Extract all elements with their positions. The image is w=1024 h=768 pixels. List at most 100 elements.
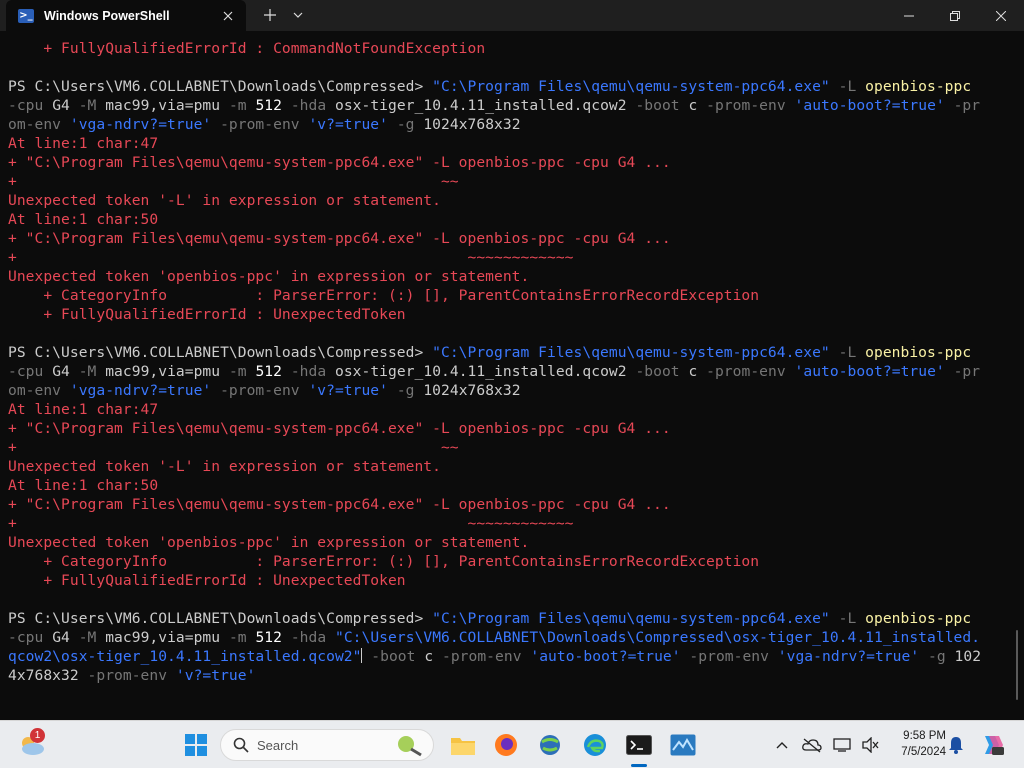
terminal-text: -prom-env bbox=[211, 116, 309, 133]
terminal-text: -M bbox=[78, 97, 106, 114]
terminal-line: + "C:\Program Files\qemu\qemu-system-ppc… bbox=[8, 419, 1008, 438]
terminal-text: + "C:\Program Files\qemu\qemu-system-ppc… bbox=[8, 496, 671, 513]
terminal-line: PS C:\Users\VM6.COLLABNET\Downloads\Comp… bbox=[8, 343, 1008, 362]
terminal-line: + FullyQualifiedErrorId : UnexpectedToke… bbox=[8, 571, 1008, 590]
copilot-icon bbox=[985, 736, 1004, 755]
terminal-text: -pr bbox=[944, 97, 981, 114]
app-button[interactable] bbox=[667, 729, 699, 761]
search-label: Search bbox=[257, 737, 299, 753]
terminal-text: G4 bbox=[52, 629, 79, 646]
terminal-line: + CategoryInfo : ParserError: (:) [], Pa… bbox=[8, 286, 1008, 305]
terminal-text: 102 bbox=[954, 648, 982, 665]
cloud-sync-icon bbox=[802, 738, 822, 753]
tab-close-button[interactable] bbox=[218, 6, 238, 26]
terminal-text: At line:1 char:47 bbox=[8, 135, 159, 152]
terminal-line: PS C:\Users\VM6.COLLABNET\Downloads\Comp… bbox=[8, 609, 1008, 628]
terminal-text: + ~~~~~~~~~~~~ bbox=[8, 515, 574, 532]
powershell-icon: >_ bbox=[18, 8, 34, 23]
terminal-text: "C:\Program Files\qemu\qemu-system-ppc64… bbox=[432, 610, 830, 627]
terminal-text: -g bbox=[919, 648, 955, 665]
terminal-line: 4x768x32 -prom-env 'v?=true' bbox=[8, 666, 1008, 685]
terminal-text: -cpu bbox=[8, 97, 53, 114]
terminal-text: "C:\Program Files\qemu\qemu-system-ppc64… bbox=[432, 78, 830, 95]
new-tab-button[interactable] bbox=[258, 3, 282, 27]
terminal-line: om-env 'vga-ndrv?=true' -prom-env 'v?=tr… bbox=[8, 381, 1008, 400]
start-button[interactable] bbox=[180, 729, 212, 761]
close-window-button[interactable] bbox=[978, 0, 1024, 31]
terminal-text: -cpu bbox=[8, 629, 53, 646]
notifications-button[interactable] bbox=[940, 729, 972, 761]
terminal-text: PS C:\Users\VM6.COLLABNET\Downloads\Comp… bbox=[8, 78, 433, 95]
terminal-line: + FullyQualifiedErrorId : UnexpectedToke… bbox=[8, 305, 1008, 324]
terminal-text: -g bbox=[387, 116, 424, 133]
maximize-button[interactable] bbox=[932, 0, 978, 31]
copilot-button[interactable] bbox=[976, 729, 1008, 761]
terminal-line: + "C:\Program Files\qemu\qemu-system-ppc… bbox=[8, 229, 1008, 248]
terminal-output[interactable]: + FullyQualifiedErrorId : CommandNotFoun… bbox=[8, 39, 1008, 719]
terminal-line: Unexpected token '-L' in expression or s… bbox=[8, 457, 1008, 476]
terminal-text: 'vga-ndrv?=true' bbox=[777, 648, 920, 665]
firefox-button[interactable] bbox=[490, 729, 522, 761]
tab-powershell[interactable]: >_ Windows PowerShell bbox=[6, 0, 246, 31]
terminal-text: Unexpected token 'openbios-ppc' in expre… bbox=[8, 268, 530, 285]
minimize-icon bbox=[904, 15, 914, 16]
close-icon bbox=[996, 10, 1006, 21]
terminal-text: 1024x768x32 bbox=[423, 382, 521, 399]
tray-cloud-button[interactable] bbox=[796, 729, 828, 761]
terminal-text: c bbox=[688, 363, 707, 380]
terminal-text: + "C:\Program Files\qemu\qemu-system-ppc… bbox=[8, 420, 671, 437]
terminal-text: At line:1 char:50 bbox=[8, 477, 159, 494]
terminal-line: PS C:\Users\VM6.COLLABNET\Downloads\Comp… bbox=[8, 77, 1008, 96]
terminal-text: mac99,via=pmu bbox=[105, 363, 229, 380]
search-highlight-icon bbox=[398, 736, 422, 757]
terminal-text: -M bbox=[78, 629, 106, 646]
minimize-button[interactable] bbox=[886, 0, 932, 31]
clock[interactable]: 9:58 PM 7/5/2024 bbox=[890, 728, 946, 760]
terminal-text: 'vga-ndrv?=true' bbox=[69, 382, 212, 399]
terminal-text: "C:\Users\VM6.COLLABNET\Downloads\Compre… bbox=[335, 629, 981, 646]
terminal-text: Unexpected token 'openbios-ppc' in expre… bbox=[8, 534, 530, 551]
terminal-text: 'v?=true' bbox=[308, 382, 388, 399]
clock-date: 7/5/2024 bbox=[901, 746, 946, 758]
terminal-text: "C:\Program Files\qemu\qemu-system-ppc64… bbox=[432, 344, 830, 361]
terminal-text: 512 bbox=[255, 97, 291, 114]
terminal-line: At line:1 char:50 bbox=[8, 476, 1008, 495]
volume-button[interactable] bbox=[854, 729, 886, 761]
terminal-text: -m bbox=[228, 629, 256, 646]
tab-title: Windows PowerShell bbox=[44, 8, 170, 23]
close-icon bbox=[223, 11, 233, 21]
search-box[interactable]: Search bbox=[220, 729, 434, 761]
terminal-text: -hda bbox=[290, 629, 335, 646]
show-hidden-icons-button[interactable] bbox=[766, 729, 798, 761]
terminal-line: + "C:\Program Files\qemu\qemu-system-ppc… bbox=[8, 495, 1008, 514]
network-globe-button[interactable] bbox=[534, 729, 566, 761]
display-icon bbox=[833, 738, 851, 752]
edge-button[interactable] bbox=[579, 729, 611, 761]
terminal-text: -prom-env bbox=[211, 382, 309, 399]
scrollbar[interactable] bbox=[1016, 630, 1018, 700]
terminal-text: -g bbox=[387, 382, 424, 399]
terminal-text: + CategoryInfo : ParserError: (:) [], Pa… bbox=[8, 553, 760, 570]
terminal-text: G4 bbox=[52, 97, 79, 114]
terminal-text: 'v?=true' bbox=[308, 116, 388, 133]
terminal-text: 'v?=true' bbox=[175, 667, 256, 684]
network-globe-icon bbox=[540, 735, 560, 755]
terminal-line: + "C:\Program Files\qemu\qemu-system-ppc… bbox=[8, 153, 1008, 172]
terminal-text: -m bbox=[228, 363, 256, 380]
terminal-icon bbox=[626, 735, 652, 755]
terminal-text: + "C:\Program Files\qemu\qemu-system-ppc… bbox=[8, 230, 671, 247]
terminal-text: -boot bbox=[362, 648, 425, 665]
terminal-text: 4x768x32 bbox=[8, 667, 88, 684]
terminal-text: c bbox=[688, 97, 707, 114]
tab-dropdown-button[interactable] bbox=[286, 3, 310, 27]
terminal-text: qcow2\osx-tiger_10.4.11_installed.qcow2" bbox=[8, 648, 362, 665]
terminal-text: G4 bbox=[52, 363, 79, 380]
terminal-button[interactable] bbox=[623, 729, 655, 761]
terminal-line: At line:1 char:47 bbox=[8, 400, 1008, 419]
file-explorer-button[interactable] bbox=[447, 729, 479, 761]
active-app-indicator bbox=[631, 764, 647, 767]
terminal-line: + ~~~~~~~~~~~~ bbox=[8, 248, 1008, 267]
